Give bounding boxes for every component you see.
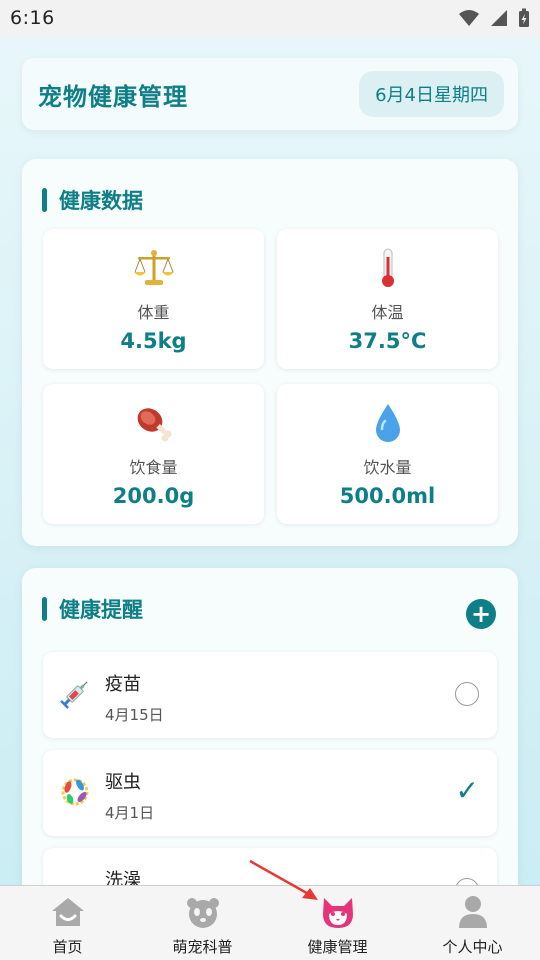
stat-value: 500.0ml bbox=[339, 484, 436, 508]
add-reminder-button[interactable]: + bbox=[466, 599, 496, 629]
stat-tile-temperature[interactable]: 体温 37.5°C bbox=[277, 229, 498, 369]
reminder-item[interactable]: 驱虫 4月1日 ✓ bbox=[43, 750, 497, 836]
reminder-checkbox[interactable] bbox=[455, 682, 479, 706]
home-icon bbox=[50, 894, 86, 930]
stat-tile-weight[interactable]: 体重 4.5kg bbox=[43, 229, 264, 369]
status-bar: 6:16 bbox=[0, 0, 540, 36]
water-drop-icon bbox=[373, 400, 403, 446]
nav-label: 萌宠科普 bbox=[172, 938, 233, 956]
stat-tile-water[interactable]: 饮水量 500.0ml bbox=[277, 384, 498, 524]
section-title-text: 健康数据 bbox=[59, 189, 143, 213]
battery-icon bbox=[519, 8, 529, 27]
signal-icon bbox=[491, 10, 507, 26]
section-title-text: 健康提醒 bbox=[59, 598, 143, 622]
nav-label: 健康管理 bbox=[307, 938, 368, 956]
stat-value: 37.5°C bbox=[348, 329, 427, 353]
check-icon[interactable]: ✓ bbox=[456, 774, 479, 807]
health-reminders-section: 健康提醒 + 疫苗 4月15日 驱虫 4月1日 ✓ 洗澡 bbox=[22, 568, 518, 898]
microbe-icon bbox=[57, 774, 93, 810]
status-time: 6:16 bbox=[10, 7, 55, 29]
wifi-icon bbox=[459, 10, 479, 26]
reminder-date: 4月15日 bbox=[105, 706, 164, 724]
header-card: 宠物健康管理 6月4日星期四 bbox=[22, 58, 518, 130]
stat-label: 饮食量 bbox=[129, 458, 178, 477]
title-accent-bar bbox=[42, 188, 47, 212]
annotation-arrow-icon bbox=[249, 859, 318, 900]
nav-item-profile[interactable]: 个人中心 bbox=[405, 886, 540, 960]
reminder-name: 驱虫 bbox=[105, 772, 141, 793]
stat-value: 200.0g bbox=[112, 484, 195, 508]
stat-label: 体温 bbox=[371, 303, 404, 322]
reminder-item[interactable]: 疫苗 4月15日 bbox=[43, 652, 497, 738]
title-accent-bar bbox=[42, 597, 47, 621]
syringe-icon bbox=[57, 676, 93, 712]
meat-icon bbox=[133, 400, 175, 446]
panda-icon bbox=[185, 894, 221, 930]
date-badge: 6月4日星期四 bbox=[359, 71, 504, 117]
stat-label: 体重 bbox=[137, 303, 170, 322]
scale-icon bbox=[133, 245, 175, 291]
nav-label: 个人中心 bbox=[442, 938, 503, 956]
stat-tile-food[interactable]: 饮食量 200.0g bbox=[43, 384, 264, 524]
stat-label: 饮水量 bbox=[363, 458, 412, 477]
reminder-date: 4月1日 bbox=[105, 804, 155, 822]
stat-value: 4.5kg bbox=[120, 329, 187, 353]
status-icons bbox=[458, 8, 530, 28]
health-data-section: 健康数据 体重 4.5kg 体温 37.5°C 饮食量 200.0g 饮水量 5… bbox=[22, 159, 518, 546]
page-title: 宠物健康管理 bbox=[38, 82, 188, 111]
thermometer-icon bbox=[378, 245, 398, 291]
user-icon bbox=[457, 894, 489, 930]
nav-item-home[interactable]: 首页 bbox=[0, 886, 135, 960]
reminder-name: 疫苗 bbox=[105, 674, 141, 695]
section-title-health-data: 健康数据 bbox=[42, 185, 143, 215]
nav-label: 首页 bbox=[52, 938, 83, 956]
section-title-reminders: 健康提醒 bbox=[42, 594, 143, 624]
